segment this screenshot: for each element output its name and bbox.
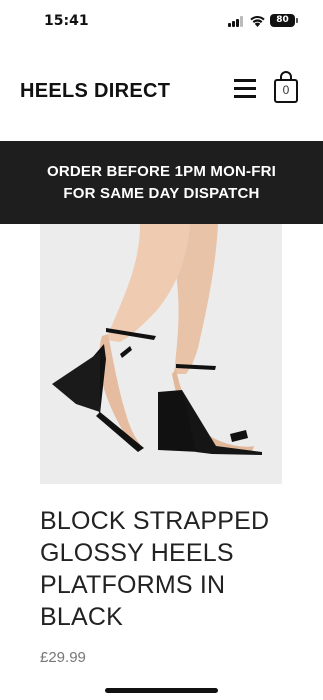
menu-icon[interactable] [234, 77, 258, 101]
signal-icon [228, 16, 245, 27]
banner-line-2: FOR SAME DAY DISPATCH [63, 185, 260, 202]
status-bar: 15:41 80 [0, 0, 323, 44]
product-price: £29.99 [40, 649, 86, 666]
battery-icon: 80 [270, 14, 298, 27]
site-header: HEELS DIRECT 0 [0, 44, 323, 141]
banner-line-1: ORDER BEFORE 1PM MON-FRI [47, 163, 276, 180]
shopping-bag-button[interactable]: 0 [272, 70, 300, 104]
product-photo [40, 224, 282, 484]
home-indicator[interactable] [105, 688, 218, 693]
product-title: BLOCK STRAPPED GLOSSY HEELS PLATFORMS IN… [40, 507, 270, 631]
brand-logo[interactable]: HEELS DIRECT [20, 80, 170, 103]
status-time: 15:41 [44, 13, 89, 29]
dispatch-banner: ORDER BEFORE 1PM MON-FRI FOR SAME DAY DI… [0, 141, 323, 224]
bag-count: 0 [282, 83, 290, 97]
product-image[interactable] [40, 224, 282, 484]
wifi-icon [250, 15, 265, 27]
